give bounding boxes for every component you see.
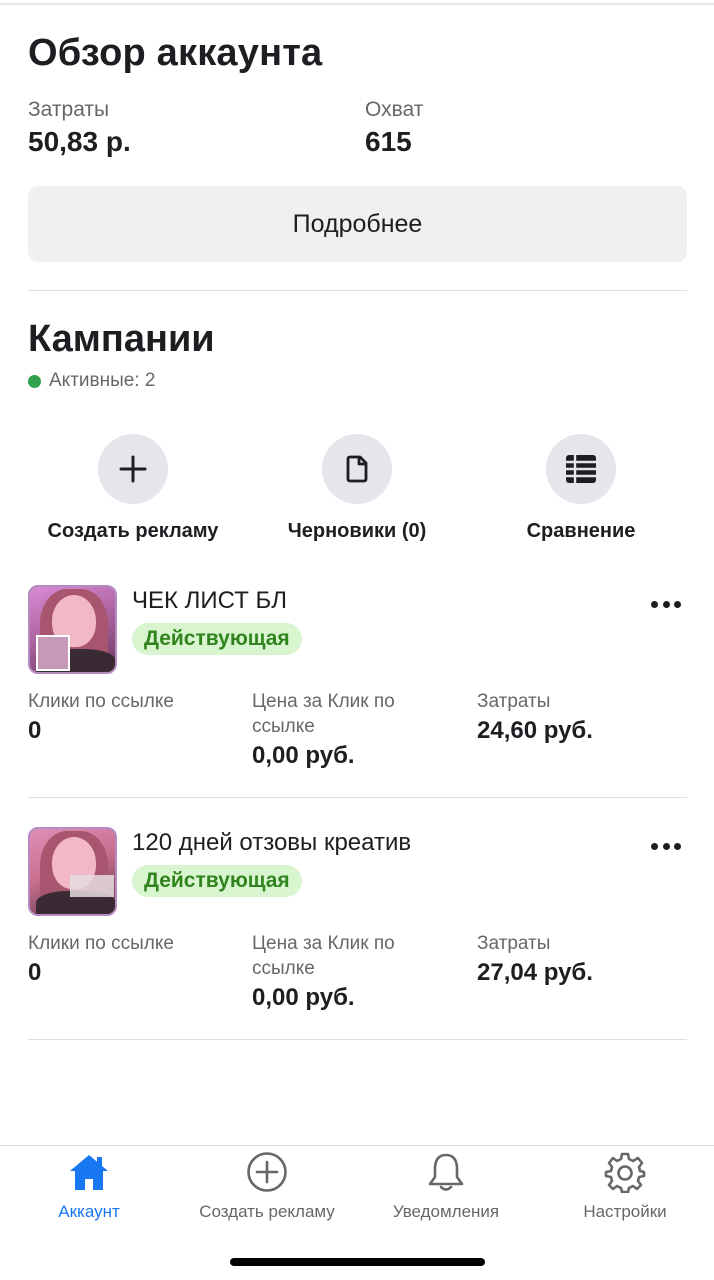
clicks-label: Клики по ссылке <box>28 933 174 954</box>
home-icon <box>68 1152 110 1192</box>
document-icon <box>346 455 368 483</box>
plus-circle-icon <box>246 1152 288 1192</box>
campaign-spend-label: Затраты <box>477 933 551 954</box>
campaign-spend-label: Затраты <box>477 691 551 712</box>
reach-stat: Охват 615 <box>365 98 423 158</box>
compare-circle[interactable] <box>546 434 616 504</box>
drafts-action[interactable]: Черновики (0) <box>242 434 472 543</box>
nav-settings-label: Настройки <box>583 1202 667 1221</box>
active-campaigns-indicator: Активные: 2 <box>28 370 155 392</box>
status-badge: Действующая <box>132 865 302 897</box>
cpc-label: Цена за Клик по ссылке <box>252 933 395 979</box>
nav-account[interactable]: Аккаунт <box>0 1146 178 1226</box>
clicks-value: 0 <box>28 717 42 744</box>
more-options-icon[interactable] <box>651 841 681 851</box>
home-indicator[interactable] <box>230 1258 485 1266</box>
clicks-value: 0 <box>28 959 42 986</box>
nav-account-label: Аккаунт <box>58 1202 120 1221</box>
create-ad-circle[interactable] <box>98 434 168 504</box>
compare-label: Сравнение <box>526 520 636 542</box>
nav-create-ad-label: Создать рекламу <box>199 1202 335 1221</box>
create-ad-action[interactable]: Создать рекламу <box>18 434 248 543</box>
spend-value: 50,83 р. <box>28 126 131 157</box>
campaigns-title: Кампании <box>28 318 215 360</box>
section-divider <box>28 290 687 291</box>
plus-icon <box>119 455 147 483</box>
drafts-label: Черновики (0) <box>287 520 427 542</box>
campaign-thumbnail[interactable] <box>28 827 117 916</box>
status-badge: Действующая <box>132 623 302 655</box>
clicks-metric: Клики по ссылке 0 <box>28 689 238 745</box>
nav-create-ad[interactable]: Создать рекламу <box>178 1146 356 1226</box>
spend-label: Затраты <box>28 98 110 121</box>
reach-label: Охват <box>365 98 424 121</box>
bell-icon <box>426 1152 466 1192</box>
overview-title: Обзор аккаунта <box>28 32 323 74</box>
campaign-divider <box>28 1039 687 1040</box>
spend-metric: Затраты 24,60 руб. <box>477 689 687 745</box>
gear-icon <box>604 1152 646 1193</box>
cpc-metric: Цена за Клик по ссылке 0,00 руб. <box>252 689 462 770</box>
top-divider <box>0 3 714 5</box>
table-icon <box>566 455 596 483</box>
compare-action[interactable]: Сравнение <box>466 434 696 543</box>
cpc-label: Цена за Клик по ссылке <box>252 691 395 737</box>
campaign-spend-value: 27,04 руб. <box>477 959 593 986</box>
campaign-divider <box>28 797 687 798</box>
nav-settings[interactable]: Настройки <box>536 1146 714 1226</box>
campaign-card[interactable]: ЧЕК ЛИСТ БЛ Действующая Клики по ссылке … <box>28 585 687 775</box>
more-details-button[interactable]: Подробнее <box>28 186 687 262</box>
cpc-metric: Цена за Клик по ссылке 0,00 руб. <box>252 931 462 1012</box>
clicks-metric: Клики по ссылке 0 <box>28 931 238 987</box>
reach-value: 615 <box>365 126 412 157</box>
cpc-value: 0,00 руб. <box>252 984 355 1011</box>
nav-notifications[interactable]: Уведомления <box>357 1146 535 1226</box>
cpc-value: 0,00 руб. <box>252 742 355 769</box>
clicks-label: Клики по ссылке <box>28 691 174 712</box>
campaign-card[interactable]: 120 дней отзовы креатив Действующая Клик… <box>28 827 687 1017</box>
create-ad-label: Создать рекламу <box>47 520 219 542</box>
active-campaigns-label: Активные: 2 <box>49 370 156 391</box>
campaign-spend-value: 24,60 руб. <box>477 717 593 744</box>
active-dot-icon <box>28 374 41 388</box>
nav-notifications-label: Уведомления <box>392 1202 500 1221</box>
more-options-icon[interactable] <box>651 599 681 609</box>
spend-metric: Затраты 27,04 руб. <box>477 931 687 987</box>
campaign-thumbnail[interactable] <box>28 585 117 674</box>
drafts-circle[interactable] <box>322 434 392 504</box>
campaign-name[interactable]: ЧЕК ЛИСТ БЛ <box>132 587 287 615</box>
spend-stat: Затраты 50,83 р. <box>28 98 131 158</box>
campaign-name[interactable]: 120 дней отзовы креатив <box>132 829 411 857</box>
